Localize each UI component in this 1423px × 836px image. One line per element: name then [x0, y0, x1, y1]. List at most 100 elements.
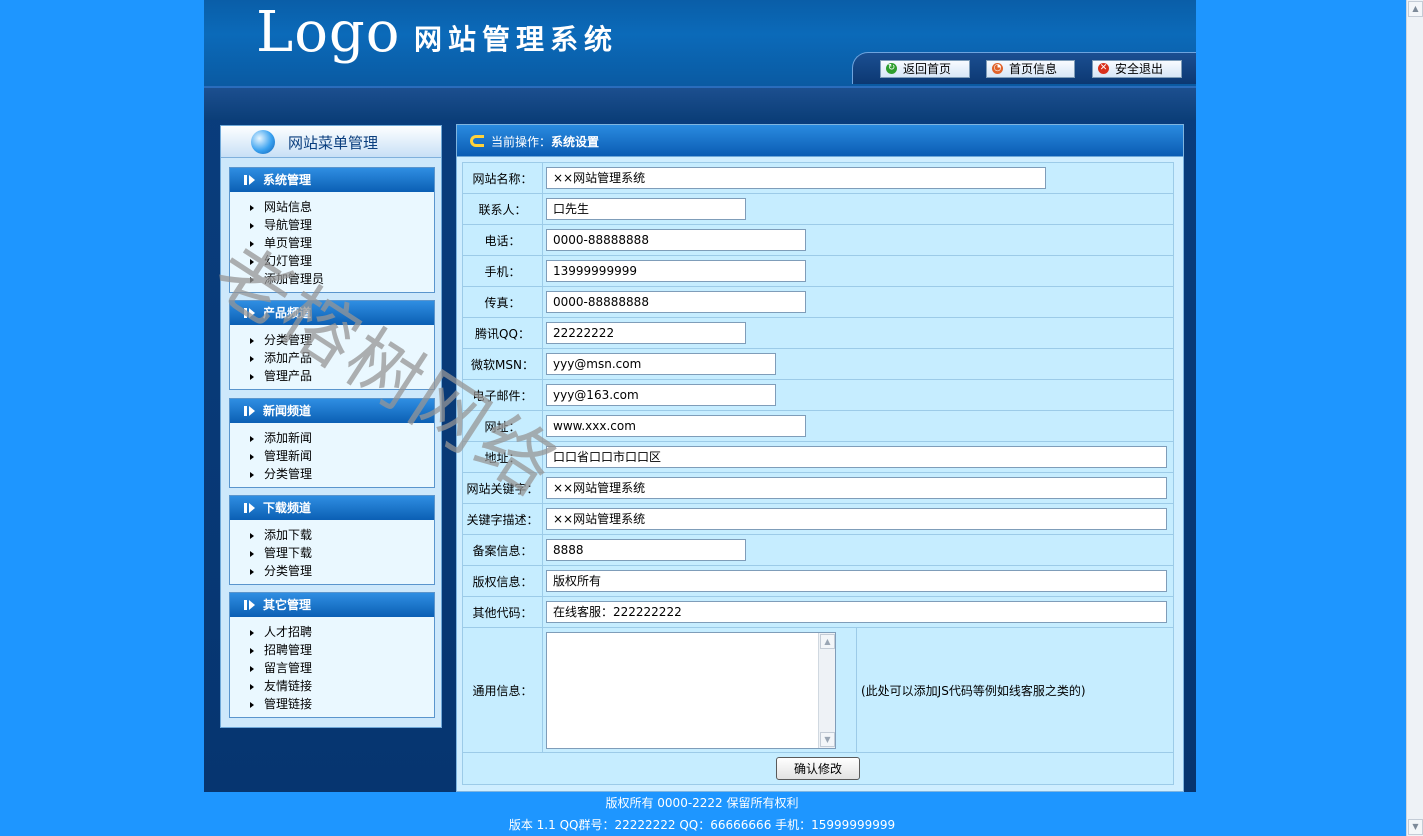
msn-input[interactable]: yyy@msn.com [546, 353, 776, 375]
field-label: 地址： [462, 441, 543, 473]
phone-input[interactable]: 0000-88888888 [546, 229, 806, 251]
confirm-button[interactable]: 确认修改 [776, 757, 860, 780]
header-band [204, 86, 1196, 120]
menu-group-products: 产品频道 分类管理 添加产品 管理产品 [229, 300, 435, 390]
menu-item[interactable]: 添加产品 [230, 349, 434, 367]
menu-group-header[interactable]: 产品频道 [230, 301, 434, 325]
return-arrow-icon [470, 135, 484, 147]
menu-item[interactable]: 招聘管理 [230, 641, 434, 659]
menu-item[interactable]: 管理新闻 [230, 447, 434, 465]
general-info-textarea[interactable]: ▲ ▼ [546, 631, 836, 749]
contact-input[interactable]: 口先生 [546, 198, 746, 220]
menu-item[interactable]: 留言管理 [230, 659, 434, 677]
menu-item[interactable]: 友情链接 [230, 677, 434, 695]
menu-group-title: 下载频道 [263, 501, 312, 515]
logout-label: 安全退出 [1115, 62, 1164, 76]
home-info-button[interactable]: ◔ 首页信息 [986, 60, 1075, 78]
field-label: 网站名称： [462, 162, 543, 194]
menu-item[interactable]: 幻灯管理 [230, 252, 434, 270]
menu-group-news: 新闻频道 添加新闻 管理新闻 分类管理 [229, 398, 435, 488]
menu-group-title: 产品频道 [263, 306, 312, 320]
menu-item[interactable]: 分类管理 [230, 562, 434, 580]
field-label: 腾讯QQ： [462, 317, 543, 349]
field-label: 其他代码： [462, 596, 543, 628]
menu-item[interactable]: 添加管理员 [230, 270, 434, 288]
textarea-scrollbar[interactable]: ▲ ▼ [818, 632, 835, 748]
home-info-label: 首页信息 [1009, 62, 1058, 76]
footer-version: 版本 1.1 QQ群号：22222222 QQ：66666666 手机：1599… [508, 818, 896, 832]
menu-group-title: 系统管理 [263, 173, 312, 187]
current-op-prefix: 当前操作： [491, 135, 552, 149]
general-info-hint: (此处可以添加JS代码等例如线客服之类的) [856, 627, 1174, 753]
menu-group-title: 其它管理 [263, 598, 312, 612]
menu-group-system: 系统管理 网站信息 导航管理 单页管理 幻灯管理 添加管理员 [229, 167, 435, 293]
back-home-button[interactable]: ↻ 返回首页 [880, 60, 970, 78]
logo: Logo [256, 0, 401, 65]
pie-chart-icon: ◔ [992, 63, 1003, 74]
website-input[interactable]: www.xxx.com [546, 415, 806, 437]
description-input[interactable]: ××网站管理系统 [546, 508, 1167, 530]
qq-input[interactable]: 22222222 [546, 322, 746, 344]
menu-group-header[interactable]: 新闻频道 [230, 399, 434, 423]
sidebar-header: 网站菜单管理 [221, 126, 441, 158]
main-panel: 当前操作：系统设置 网站名称： ××网站管理系统 联系人： 口先生 电话： 0000-… [456, 124, 1184, 792]
field-label: 网址： [462, 410, 543, 442]
menu-item[interactable]: 管理链接 [230, 695, 434, 713]
fax-input[interactable]: 0000-88888888 [546, 291, 806, 313]
menu-group-header[interactable]: 下载频道 [230, 496, 434, 520]
back-home-label: 返回首页 [903, 62, 952, 76]
current-op-value: 系统设置 [551, 135, 600, 149]
email-input[interactable]: yyy@163.com [546, 384, 776, 406]
field-label: 电话： [462, 224, 543, 256]
field-label: 联系人： [462, 193, 543, 225]
field-label: 关键字描述： [462, 503, 543, 535]
mobile-input[interactable]: 13999999999 [546, 260, 806, 282]
play-icon [244, 308, 256, 318]
menu-group-other: 其它管理 人才招聘 招聘管理 留言管理 友情链接 管理链接 [229, 592, 435, 718]
menu-item[interactable]: 添加新闻 [230, 429, 434, 447]
scroll-down-icon[interactable]: ▼ [820, 731, 835, 747]
other-code-input[interactable]: 在线客服：222222222 [546, 601, 1167, 623]
menu-item[interactable]: 管理下载 [230, 544, 434, 562]
sidebar-title: 网站菜单管理 [288, 134, 379, 152]
menu-item[interactable]: 添加下载 [230, 526, 434, 544]
top-nav: ↻ 返回首页 ◔ 首页信息 ✕ 安全退出 [852, 52, 1196, 84]
scroll-up-icon[interactable]: ▲ [1408, 1, 1423, 17]
logout-button[interactable]: ✕ 安全退出 [1092, 60, 1182, 78]
keywords-input[interactable]: ××网站管理系统 [546, 477, 1167, 499]
footer: 版权所有 0000-2222 保留所有权利 版本 1.1 QQ群号：222222… [0, 792, 1404, 836]
play-icon [244, 175, 256, 185]
field-label: 网站关键字： [462, 472, 543, 504]
menu-group-header[interactable]: 系统管理 [230, 168, 434, 192]
address-input[interactable]: 口口省口口市口口区 [546, 446, 1167, 468]
menu-item[interactable]: 网站信息 [230, 198, 434, 216]
main-header: 当前操作：系统设置 [457, 125, 1183, 157]
menu-group-title: 新闻频道 [263, 404, 312, 418]
current-operation: 当前操作：系统设置 [491, 133, 599, 150]
scroll-up-icon[interactable]: ▲ [820, 633, 835, 649]
menu-item[interactable]: 导航管理 [230, 216, 434, 234]
field-label: 微软MSN： [462, 348, 543, 380]
field-label: 备案信息： [462, 534, 543, 566]
menu-item[interactable]: 分类管理 [230, 465, 434, 483]
page-container: Logo 网站管理系统 ↻ 返回首页 ◔ 首页信息 ✕ 安全退出 网站菜单管理 … [204, 0, 1196, 792]
play-icon [244, 600, 256, 610]
field-label: 手机： [462, 255, 543, 287]
scroll-down-icon[interactable]: ▼ [1408, 819, 1423, 835]
page-scrollbar[interactable]: ▲ ▼ [1406, 0, 1423, 836]
icp-input[interactable]: 8888 [546, 539, 746, 561]
system-name: 网站管理系统 [414, 23, 619, 56]
menu-item[interactable]: 分类管理 [230, 331, 434, 349]
refresh-icon: ↻ [886, 63, 897, 74]
field-label: 传真： [462, 286, 543, 318]
menu-item[interactable]: 单页管理 [230, 234, 434, 252]
copyright-input[interactable]: 版权所有 [546, 570, 1167, 592]
menu-item[interactable]: 管理产品 [230, 367, 434, 385]
site-name-input[interactable]: ××网站管理系统 [546, 167, 1046, 189]
menu-group-downloads: 下载频道 添加下载 管理下载 分类管理 [229, 495, 435, 585]
settings-form: 网站名称： ××网站管理系统 联系人： 口先生 电话： 0000-88888888 手… [462, 162, 1174, 785]
menu-group-header[interactable]: 其它管理 [230, 593, 434, 617]
field-label: 版权信息： [462, 565, 543, 597]
menu-item[interactable]: 人才招聘 [230, 623, 434, 641]
sidebar: 网站菜单管理 系统管理 网站信息 导航管理 单页管理 幻灯管理 添加管理员 产品… [220, 125, 442, 728]
